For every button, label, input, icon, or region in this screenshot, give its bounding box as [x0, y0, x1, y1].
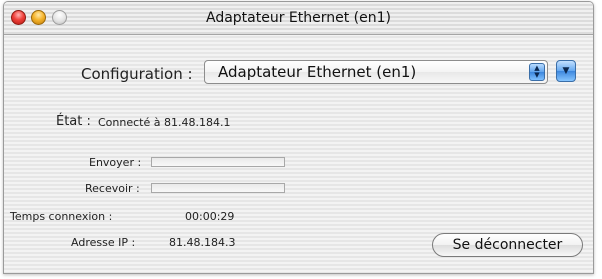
- status-value: Connecté à 81.48.184.1: [98, 116, 231, 129]
- configuration-value: Adaptateur Ethernet (en1): [218, 63, 417, 81]
- connection-time-value: 00:00:29: [185, 210, 235, 223]
- chevron-down-icon[interactable]: ▼: [556, 60, 576, 82]
- configuration-popup[interactable]: Adaptateur Ethernet (en1) ▲ ▼: [204, 60, 548, 84]
- status-label: État :: [56, 114, 91, 129]
- window-title: Adaptateur Ethernet (en1): [205, 10, 391, 26]
- connection-time-label: Temps connexion :: [10, 210, 113, 223]
- send-label: Envoyer :: [89, 156, 142, 169]
- title-bar[interactable]: Adaptateur Ethernet (en1): [4, 2, 593, 35]
- connection-window: Adaptateur Ethernet (en1) Configuration …: [3, 1, 594, 274]
- ip-address-label: Adresse IP :: [71, 236, 136, 249]
- send-activity-bar: [151, 157, 285, 167]
- configuration-label: Configuration :: [81, 65, 193, 83]
- receive-label: Recevoir :: [85, 182, 140, 195]
- receive-activity-bar: [151, 183, 285, 193]
- updown-arrows-icon: ▲ ▼: [529, 63, 545, 81]
- disconnect-button[interactable]: Se déconnecter: [432, 233, 583, 257]
- ip-address-value: 81.48.184.3: [169, 236, 236, 249]
